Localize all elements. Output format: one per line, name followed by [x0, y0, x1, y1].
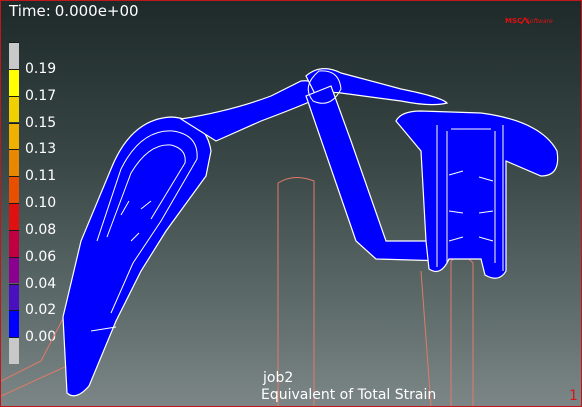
job-name: job2: [263, 370, 294, 386]
results-viewport[interactable]: Time: 0.000e+00 MSC Software 0.19 0.17 0.15…: [0, 0, 582, 407]
increment-number: 1: [569, 388, 578, 404]
seal-bridge: [179, 80, 324, 142]
fem-model[interactable]: [1, 1, 581, 406]
seal-body: [62, 68, 559, 397]
rigid-post-right: [450, 256, 474, 406]
rigid-edge-right: [420, 270, 432, 406]
result-variable: Equivalent of Total Strain: [261, 387, 437, 403]
